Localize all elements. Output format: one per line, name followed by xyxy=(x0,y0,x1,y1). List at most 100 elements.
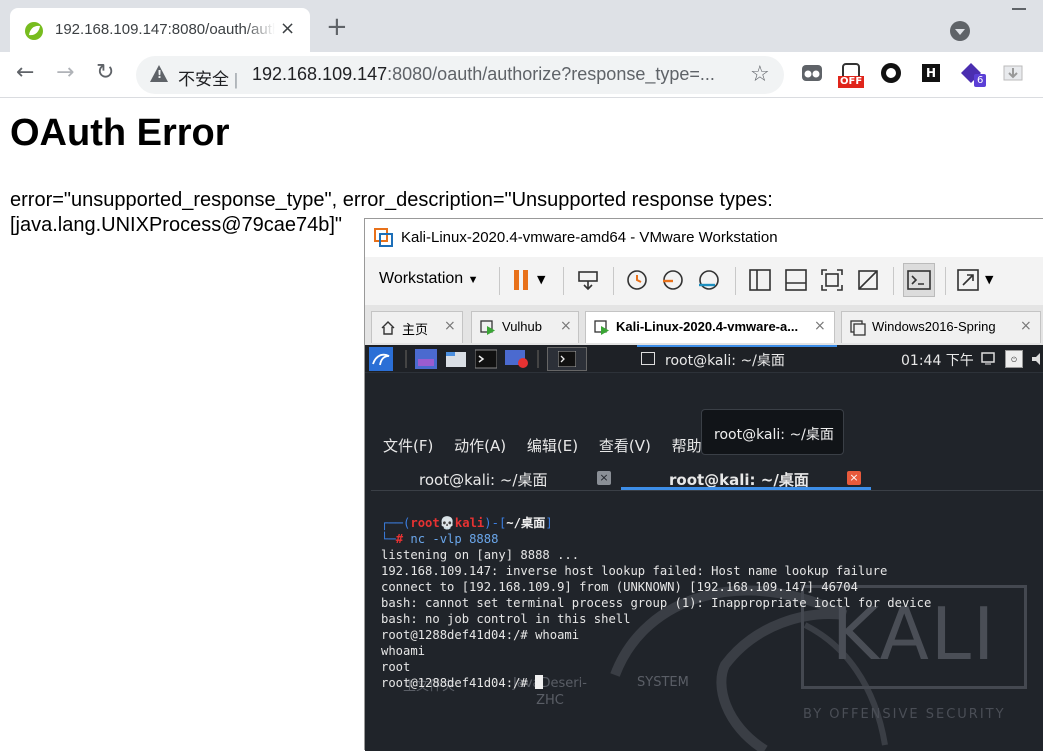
toolbar-separator xyxy=(945,267,946,295)
prompt-host: kali xyxy=(454,516,485,530)
panel-clock[interactable]: 01:44 下午 xyxy=(901,350,974,370)
back-button[interactable]: ← xyxy=(16,62,34,84)
taskbar-window-title[interactable]: root@kali: ~/桌面 xyxy=(665,350,785,370)
browser-tab-strip: 192.168.109.147:8080/oauth/authorize × + xyxy=(0,0,1043,52)
minimize-icon[interactable] xyxy=(1012,8,1026,10)
browser-tab[interactable]: 192.168.109.147:8080/oauth/authorize × xyxy=(10,8,310,52)
extension-download-icon[interactable] xyxy=(1002,62,1024,84)
spring-leaf-icon xyxy=(25,22,43,40)
screen-record-icon[interactable] xyxy=(505,349,529,369)
output-line: whoami xyxy=(381,644,426,658)
terminal-tab-close-icon[interactable]: × xyxy=(597,471,611,485)
menu-action[interactable]: 动作(A) xyxy=(454,437,506,455)
command-text: nc -vlp 8888 xyxy=(410,532,499,546)
prompt-dir: ~/桌面 xyxy=(506,516,546,530)
extension-cube-icon[interactable]: 6 xyxy=(960,62,990,87)
browser-toolbar: ← → ↻ 不安全 | 192.168.109.147:8080/oauth/a… xyxy=(0,52,1043,98)
tab-search-icon[interactable] xyxy=(950,21,970,41)
terminal-window-icon xyxy=(641,352,655,365)
extension-h-icon[interactable]: H xyxy=(922,64,940,82)
output-line: 192.168.109.147: inverse host lookup fai… xyxy=(381,564,888,578)
address-bar[interactable]: 不安全 | 192.168.109.147:8080/oauth/authori… xyxy=(136,56,784,94)
menu-edit[interactable]: 编辑(E) xyxy=(527,437,578,455)
vmware-title-bar[interactable]: Kali-Linux-2020.4-vmware-amd64 - VMware … xyxy=(365,219,1043,257)
prompt-user: root xyxy=(410,516,440,530)
extension-glasses-icon[interactable] xyxy=(801,62,823,84)
display-icon[interactable] xyxy=(981,352,995,365)
sidebar-view-icon[interactable] xyxy=(747,267,773,293)
new-tab-button[interactable]: + xyxy=(326,14,348,40)
revert-snapshot-icon[interactable] xyxy=(659,267,685,293)
panel-separator xyxy=(405,350,407,368)
workspace-icon[interactable] xyxy=(415,349,437,369)
stretch-dropdown-icon[interactable]: ▼ xyxy=(985,273,1011,299)
reload-button[interactable]: ↻ xyxy=(96,62,114,84)
pause-dropdown-icon[interactable]: ▼ xyxy=(537,273,563,299)
terminal-tab-label: root@kali: ~/桌面 xyxy=(419,471,548,489)
volume-icon[interactable] xyxy=(1031,352,1043,366)
taskbar-tooltip: root@kali: ~/桌面 xyxy=(701,409,844,455)
url-text[interactable]: 192.168.109.147:8080/oauth/authorize?res… xyxy=(252,64,715,85)
tab-close-icon[interactable]: × xyxy=(814,318,826,334)
terminal-tab-1[interactable]: root@kali: ~/桌面 × xyxy=(371,465,621,493)
taskbar-terminal-button[interactable] xyxy=(547,347,587,371)
workstation-menu[interactable]: Workstation ▼ xyxy=(379,270,479,288)
menu-file[interactable]: 文件(F) xyxy=(383,437,433,455)
tab-label: Vulhub xyxy=(502,319,542,334)
console-view-button[interactable] xyxy=(903,263,935,297)
terminal-tab-close-icon[interactable]: × xyxy=(847,471,861,485)
tab-windows2016[interactable]: Windows2016-Spring × xyxy=(841,311,1041,343)
off-badge: OFF xyxy=(838,76,865,88)
vmware-tab-bar: 主页 × Vulhub × Kali-Linux-2020.4-vmware-a… xyxy=(365,305,1043,345)
output-line: root xyxy=(381,660,411,674)
toolbar-separator xyxy=(563,267,564,295)
tab-label: Windows2016-Spring xyxy=(872,319,996,334)
kali-top-panel: root@kali: ~/桌面 01:44 下午 ⏻ xyxy=(365,345,1043,373)
file-manager-icon[interactable] xyxy=(445,349,467,369)
pause-icon[interactable] xyxy=(509,267,535,293)
terminal-output[interactable]: ┌──(root💀kali)-[~/桌面] └─# nc -vlp 8888 l… xyxy=(381,515,931,691)
extension-circle-icon[interactable] xyxy=(880,62,902,84)
extension-off-icon[interactable]: OFF xyxy=(838,62,868,88)
text-cursor xyxy=(535,675,544,689)
menu-view[interactable]: 查看(V) xyxy=(599,437,651,455)
snapshot-icon[interactable] xyxy=(623,267,649,293)
output-line: bash: cannot set terminal process group … xyxy=(381,596,932,610)
tab-kali[interactable]: Kali-Linux-2020.4-vmware-a... × xyxy=(585,311,835,343)
terminal-icon[interactable] xyxy=(475,349,497,369)
vmware-toolbar: Workstation ▼ ▼ ▼ xyxy=(365,257,1043,305)
toolbar-separator xyxy=(613,267,614,295)
tab-close-icon[interactable]: × xyxy=(1020,318,1032,334)
kali-dragon-icon[interactable] xyxy=(369,347,393,371)
vmware-window-title: Kali-Linux-2020.4-vmware-amd64 - VMware … xyxy=(401,229,778,246)
kali-guest-screen[interactable]: root@kali: ~/桌面 01:44 下午 ⏻ 主文件夹 JavaDese… xyxy=(365,345,1043,751)
forward-button[interactable]: → xyxy=(56,62,74,84)
tab-close-icon[interactable]: × xyxy=(560,318,572,334)
full-screen-icon[interactable] xyxy=(819,267,845,293)
vm-stopped-icon xyxy=(850,320,866,336)
bookmark-star-icon[interactable]: ☆ xyxy=(750,62,770,87)
tab-vulhub[interactable]: Vulhub × xyxy=(471,311,579,343)
warning-icon[interactable] xyxy=(150,65,168,82)
snapshot-manager-icon[interactable] xyxy=(695,267,721,293)
tab-label: 主页 xyxy=(402,322,429,337)
page-title: OAuth Error xyxy=(10,112,230,154)
skull-icon: 💀 xyxy=(439,516,455,530)
stretch-view-icon[interactable] xyxy=(955,267,981,293)
power-icon[interactable]: ⏻ xyxy=(1005,350,1023,368)
toolbar-separator xyxy=(735,267,736,295)
active-task-indicator xyxy=(637,345,837,347)
tab-close-icon[interactable]: × xyxy=(280,18,295,39)
count-badge: 6 xyxy=(974,74,987,87)
toolbar-separator xyxy=(499,267,500,295)
terminal-window[interactable]: 文件(F) 动作(A) 编辑(E) 查看(V) 帮助(H) root@kali:… xyxy=(371,375,1043,751)
thumbnail-view-icon[interactable] xyxy=(783,267,809,293)
unity-icon[interactable] xyxy=(855,267,881,293)
terminal-icon xyxy=(558,351,576,367)
insecure-label[interactable]: 不安全 | xyxy=(178,65,238,90)
vmware-window: Kali-Linux-2020.4-vmware-amd64 - VMware … xyxy=(364,218,1043,751)
tab-title: 192.168.109.147:8080/oauth/authorize xyxy=(55,21,275,38)
tab-close-icon[interactable]: × xyxy=(444,318,456,334)
send-ctrl-alt-del-icon[interactable] xyxy=(575,267,601,293)
tab-home[interactable]: 主页 × xyxy=(371,311,463,343)
